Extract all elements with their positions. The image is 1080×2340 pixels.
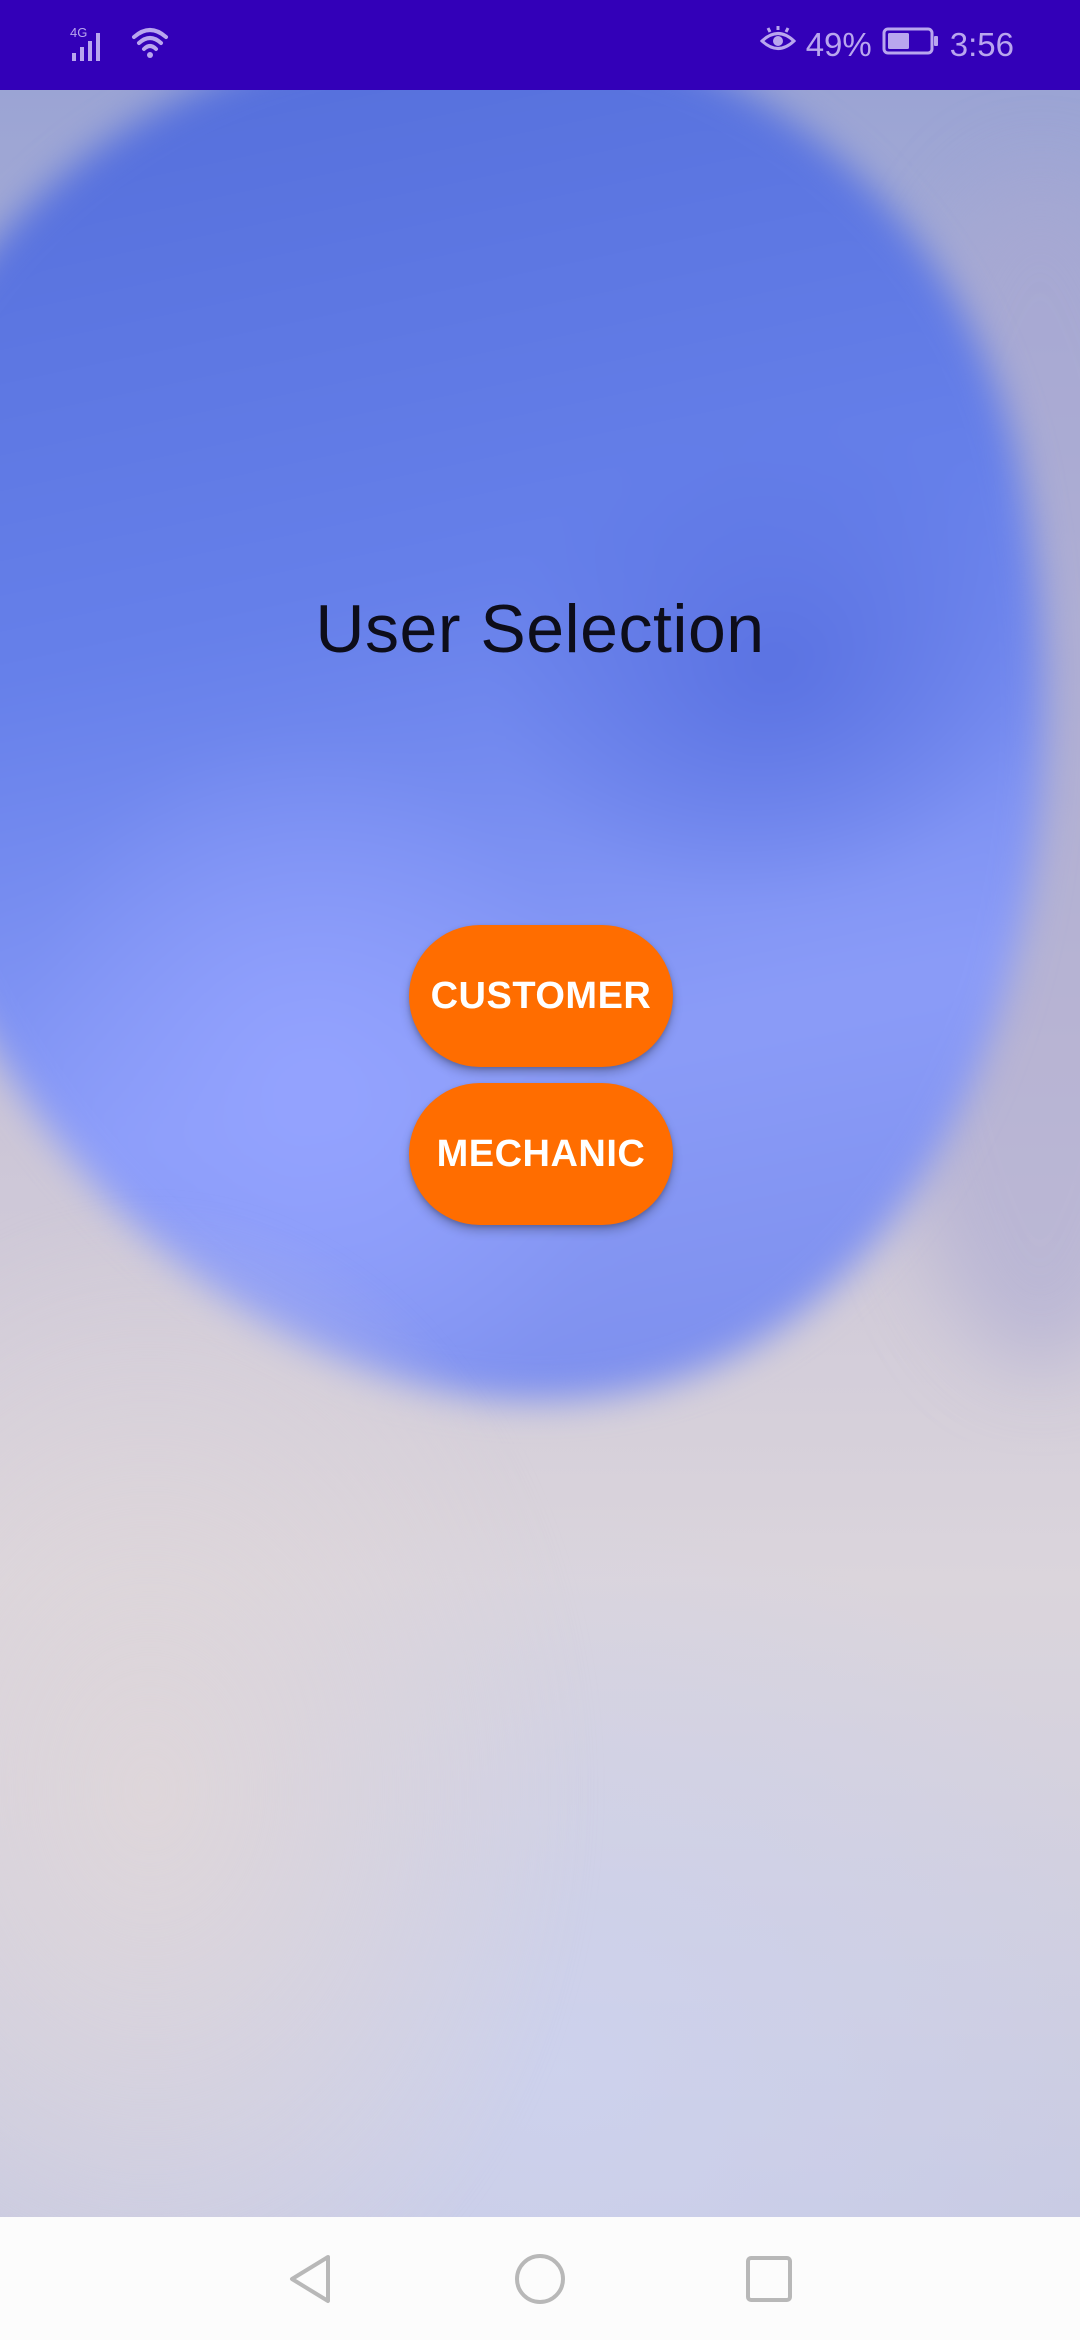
clock: 3:56 (949, 26, 1014, 63)
page-title: User Selection (315, 591, 765, 667)
screen: 4G 49% 3:56 User Selection CUSTOMER MECH… (0, 0, 1080, 2340)
wifi-icon (130, 23, 170, 68)
battery-percent: 49% (805, 26, 872, 63)
mechanic-button[interactable]: MECHANIC (409, 1083, 673, 1225)
home-icon[interactable] (508, 2247, 572, 2311)
status-left: 4G (68, 22, 170, 68)
customer-button[interactable]: CUSTOMER (409, 925, 673, 1067)
signal-icon: 4G (68, 23, 122, 68)
svg-text:4G: 4G (70, 25, 87, 40)
recent-apps-icon[interactable] (737, 2247, 801, 2311)
battery-icon (882, 22, 940, 68)
back-icon[interactable] (278, 2247, 342, 2311)
status-right: 49% 3:56 (759, 22, 1014, 68)
status-bar: 4G 49% 3:56 (0, 0, 1080, 90)
navigation-bar (0, 2217, 1080, 2340)
eye-comfort-icon (759, 22, 796, 68)
